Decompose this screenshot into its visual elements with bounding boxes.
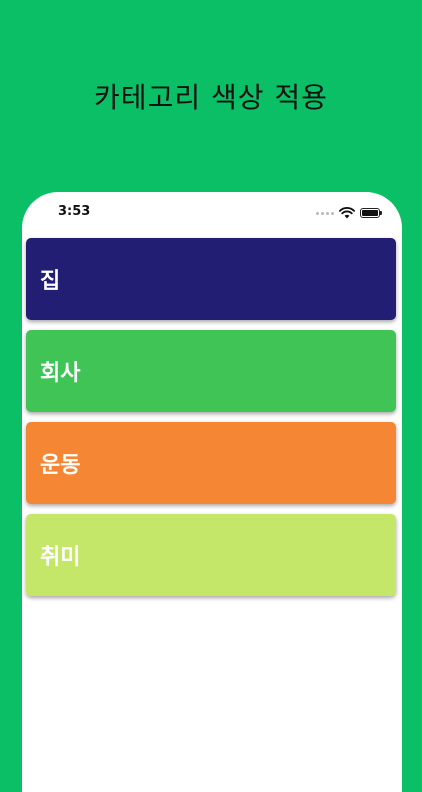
- wifi-icon: [339, 207, 355, 219]
- category-card-exercise[interactable]: 운동: [26, 422, 396, 504]
- category-label: 취미: [40, 545, 81, 570]
- category-list: 집 회사 운동 취미: [26, 238, 396, 606]
- promo-title: 카테고리 색상 적용: [94, 81, 328, 114]
- status-time: 3:53: [58, 204, 91, 219]
- category-label: 운동: [40, 453, 81, 478]
- signal-icon: [316, 211, 334, 215]
- battery-icon: [360, 208, 382, 218]
- status-bar: 3:53: [22, 192, 402, 236]
- category-label: 집: [40, 269, 61, 294]
- category-card-home[interactable]: 집: [26, 238, 396, 320]
- category-card-hobby[interactable]: 취미: [26, 514, 396, 596]
- phone-screen: 3:53 집 회사 운동 취미: [22, 192, 402, 792]
- status-icons: [316, 207, 382, 219]
- category-card-work[interactable]: 회사: [26, 330, 396, 412]
- category-label: 회사: [40, 361, 81, 386]
